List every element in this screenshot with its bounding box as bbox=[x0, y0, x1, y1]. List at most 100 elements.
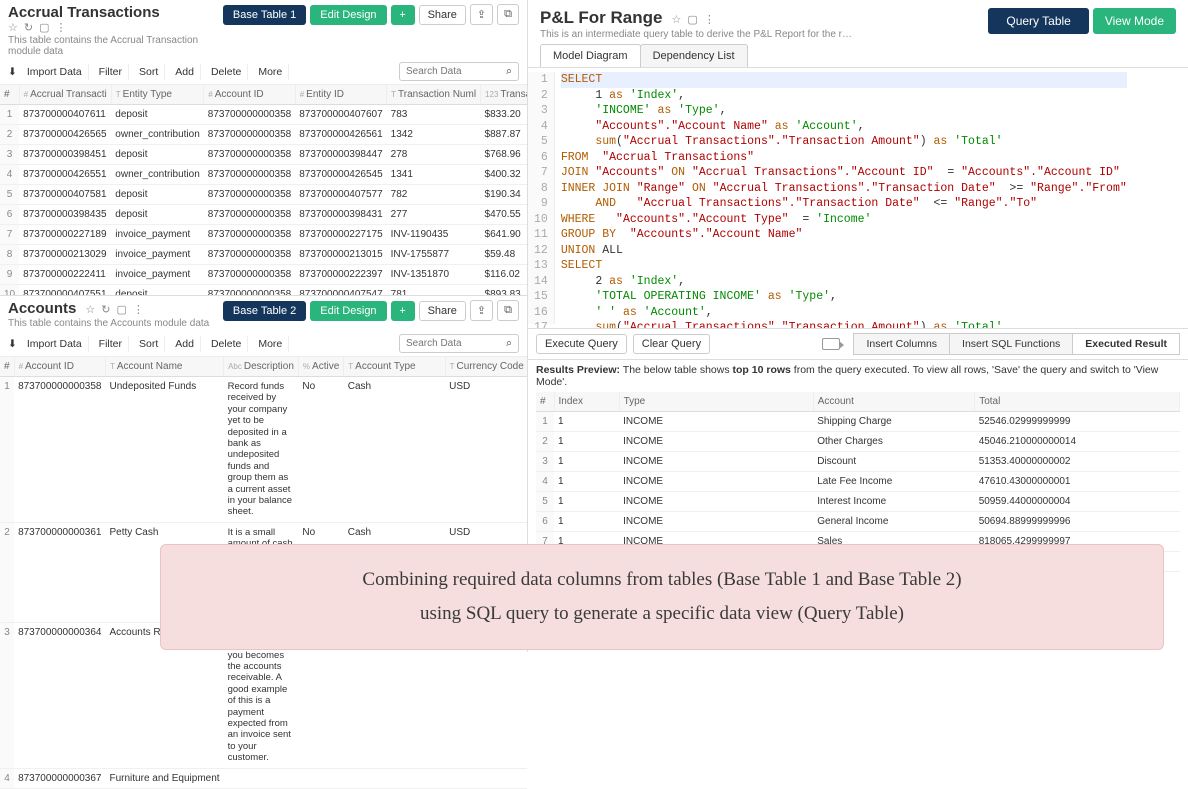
table-row[interactable]: 1873700000000358Undeposited FundsRecord … bbox=[0, 377, 527, 523]
more-button[interactable]: More bbox=[252, 64, 289, 80]
table-row[interactable]: 4873700000426551owner_contribution873700… bbox=[0, 165, 527, 185]
refresh-icon[interactable]: ↻ bbox=[101, 303, 110, 316]
execute-query-button[interactable]: Execute Query bbox=[536, 334, 627, 354]
sort-button[interactable]: Sort bbox=[133, 64, 165, 80]
col-header[interactable]: 123Transaction Amot bbox=[481, 85, 527, 105]
star-icon[interactable]: ☆ bbox=[672, 13, 682, 26]
col-header[interactable]: Account bbox=[813, 392, 974, 412]
col-header[interactable]: %Active bbox=[298, 357, 343, 377]
more-vert-icon[interactable]: ⋮ bbox=[704, 13, 715, 26]
col-header[interactable]: TTransaction Numl bbox=[387, 85, 481, 105]
star-icon[interactable]: ☆ bbox=[8, 21, 18, 34]
import-icon[interactable]: ⬇ bbox=[8, 338, 17, 350]
table-row[interactable]: 11INCOMEShipping Charge52546.02999999999 bbox=[536, 412, 1180, 432]
sort-button[interactable]: Sort bbox=[133, 336, 165, 352]
export-icon[interactable]: ⇪ bbox=[470, 300, 493, 321]
more-vert-icon[interactable]: ⋮ bbox=[133, 303, 144, 316]
refresh-icon[interactable]: ↻ bbox=[24, 21, 33, 34]
copy-icon[interactable]: ⧉ bbox=[497, 300, 519, 321]
video-icon[interactable] bbox=[822, 338, 840, 350]
table-row[interactable]: 21INCOMEOther Charges45046.210000000014 bbox=[536, 432, 1180, 452]
view-mode-button[interactable]: View Mode bbox=[1093, 8, 1176, 34]
table-cell: invoice_payment bbox=[111, 225, 204, 245]
star-icon[interactable]: ☆ bbox=[85, 303, 95, 316]
tab-model-diagram[interactable]: Model Diagram bbox=[540, 44, 641, 67]
table-row[interactable]: 31INCOMEDiscount51353.40000000002 bbox=[536, 452, 1180, 472]
table-cell: 873700000398431 bbox=[295, 205, 386, 225]
base-table-2-button[interactable]: Base Table 2 bbox=[223, 301, 306, 321]
share-button[interactable]: Share bbox=[419, 301, 466, 321]
table-cell: 873700000222411 bbox=[19, 265, 111, 285]
table-cell: $833.20 bbox=[481, 105, 527, 125]
tab-dependency-list[interactable]: Dependency List bbox=[640, 44, 748, 67]
info-icon[interactable]: ▢ bbox=[687, 13, 697, 26]
search-input[interactable]: ⌕ bbox=[399, 62, 519, 81]
info-icon[interactable]: ▢ bbox=[39, 21, 49, 34]
search-input[interactable]: ⌕ bbox=[399, 334, 519, 353]
col-header[interactable]: Type bbox=[619, 392, 813, 412]
table-row[interactable]: 7873700000227189invoice_payment873700000… bbox=[0, 225, 527, 245]
table-row[interactable]: 10873700000407551deposit8737000000003588… bbox=[0, 285, 527, 296]
add-row-button[interactable]: Add bbox=[169, 64, 201, 80]
col-header[interactable]: #Account ID bbox=[204, 85, 295, 105]
table-cell: 873700000000367 bbox=[14, 768, 105, 788]
col-header[interactable]: TEntity Type bbox=[111, 85, 204, 105]
table-row[interactable]: 1873700000407611deposit87370000000035887… bbox=[0, 105, 527, 125]
col-header[interactable]: # bbox=[0, 85, 19, 105]
import-data-button[interactable]: Import Data bbox=[21, 64, 89, 80]
clear-query-button[interactable]: Clear Query bbox=[633, 334, 710, 354]
table-row[interactable]: 61INCOMEGeneral Income50694.88999999996 bbox=[536, 512, 1180, 532]
add-row-button[interactable]: Add bbox=[169, 336, 201, 352]
export-icon[interactable]: ⇪ bbox=[470, 4, 493, 25]
table-row[interactable]: 3873700000398451deposit87370000000035887… bbox=[0, 145, 527, 165]
col-header[interactable]: Total bbox=[975, 392, 1180, 412]
col-header[interactable]: #Entity ID bbox=[295, 85, 386, 105]
col-header[interactable]: AbcDescription bbox=[224, 357, 299, 377]
col-header[interactable]: TCurrency Code bbox=[445, 357, 527, 377]
edit-design-button[interactable]: Edit Design bbox=[310, 301, 386, 321]
share-button[interactable]: Share bbox=[419, 5, 466, 25]
table-row[interactable]: 41INCOMELate Fee Income47610.43000000001 bbox=[536, 472, 1180, 492]
base-table-1-button[interactable]: Base Table 1 bbox=[223, 5, 306, 25]
sql-editor[interactable]: 123456789101112131415161718192021 SELECT… bbox=[528, 68, 1188, 329]
col-header[interactable]: #Account ID bbox=[14, 357, 105, 377]
col-header[interactable]: TAccount Name bbox=[106, 357, 224, 377]
table-row[interactable]: 4873700000000367Furniture and Equipment bbox=[0, 768, 527, 788]
add-button[interactable]: + bbox=[391, 301, 415, 321]
tab-executed-result[interactable]: Executed Result bbox=[1072, 333, 1180, 355]
search-icon[interactable]: ⌕ bbox=[506, 337, 512, 350]
import-icon[interactable]: ⬇ bbox=[8, 66, 17, 78]
add-button[interactable]: + bbox=[391, 5, 415, 25]
table-row[interactable]: 8873700000213029invoice_payment873700000… bbox=[0, 245, 527, 265]
info-icon[interactable]: ▢ bbox=[117, 303, 127, 316]
table-cell: 7 bbox=[0, 225, 19, 245]
table-row[interactable]: 6873700000398435deposit87370000000035887… bbox=[0, 205, 527, 225]
edit-design-button[interactable]: Edit Design bbox=[310, 5, 386, 25]
table-row[interactable]: 2873700000426565owner_contribution873700… bbox=[0, 125, 527, 145]
search-field[interactable] bbox=[406, 66, 506, 77]
filter-button[interactable]: Filter bbox=[93, 336, 129, 352]
tab-insert-sql-functions[interactable]: Insert SQL Functions bbox=[949, 333, 1073, 355]
col-header[interactable]: TAccount Type bbox=[344, 357, 445, 377]
copy-icon[interactable]: ⧉ bbox=[497, 4, 519, 25]
delete-button[interactable]: Delete bbox=[205, 64, 248, 80]
delete-button[interactable]: Delete bbox=[205, 336, 248, 352]
more-vert-icon[interactable]: ⋮ bbox=[56, 21, 67, 34]
table-row[interactable]: 51INCOMEInterest Income50959.44000000004 bbox=[536, 492, 1180, 512]
table-row[interactable]: 9873700000222411invoice_payment873700000… bbox=[0, 265, 527, 285]
table-cell: 1 bbox=[554, 492, 619, 512]
search-icon[interactable]: ⌕ bbox=[506, 65, 512, 78]
table-cell: 873700000407611 bbox=[19, 105, 111, 125]
col-header[interactable]: # bbox=[0, 357, 14, 377]
col-header[interactable]: # bbox=[536, 392, 554, 412]
query-table-button[interactable]: Query Table bbox=[988, 8, 1088, 34]
more-button[interactable]: More bbox=[252, 336, 289, 352]
table-row[interactable]: 5873700000407581deposit87370000000035887… bbox=[0, 185, 527, 205]
col-header[interactable]: #Accrual Transacti bbox=[19, 85, 111, 105]
import-data-button[interactable]: Import Data bbox=[21, 336, 89, 352]
col-header[interactable]: Index bbox=[554, 392, 619, 412]
filter-button[interactable]: Filter bbox=[93, 64, 129, 80]
search-field[interactable] bbox=[406, 338, 506, 349]
tab-insert-columns[interactable]: Insert Columns bbox=[853, 333, 950, 355]
table-cell: 873700000000358 bbox=[204, 185, 295, 205]
